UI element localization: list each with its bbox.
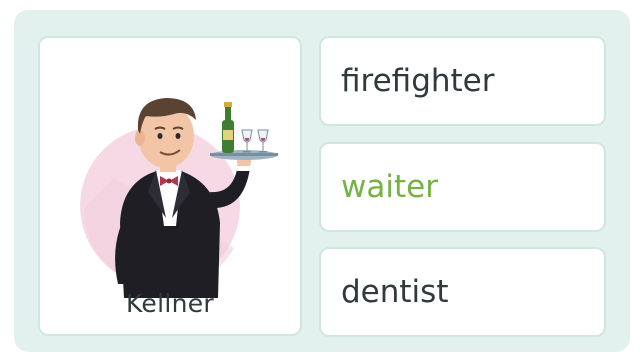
- card-caption: Kellner: [125, 289, 215, 318]
- answer-option-dentist[interactable]: dentist: [319, 247, 606, 337]
- waiter-illustration: [80, 98, 278, 298]
- answer-option-firefighter[interactable]: firefighter: [319, 36, 606, 126]
- answer-option-waiter[interactable]: waiter: [319, 142, 606, 232]
- image-card: Kellner: [38, 36, 302, 336]
